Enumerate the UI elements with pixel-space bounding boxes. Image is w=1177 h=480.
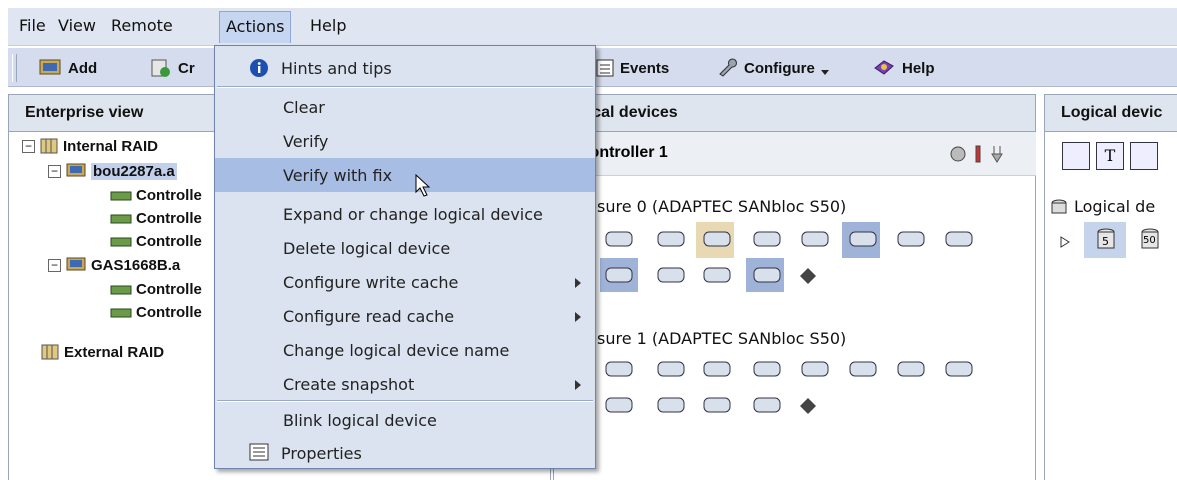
wrench-icon xyxy=(719,58,737,77)
menu-item-hints-and-tips[interactable]: Hints and tips xyxy=(215,51,595,85)
create-icon xyxy=(151,59,170,77)
create-button[interactable]: Cr xyxy=(150,58,195,78)
help-button[interactable]: Help xyxy=(872,58,935,78)
submenu-arrow-icon xyxy=(575,312,581,322)
logical-devices-panel xyxy=(1044,132,1177,480)
events-icon xyxy=(596,59,614,77)
tree-item-controller[interactable]: Controlle xyxy=(110,304,202,321)
tree-item-server-bou2287a[interactable]: − bou2287a.a xyxy=(48,162,177,180)
view-text-icon[interactable]: T xyxy=(1096,142,1124,170)
menu-item-create-snapshot[interactable]: Create snapshot xyxy=(215,367,595,401)
view-list-icon[interactable] xyxy=(1130,142,1158,170)
chip-icon xyxy=(800,398,816,414)
menu-item-blink-logical-device[interactable]: Blink logical device xyxy=(215,403,595,437)
submenu-arrow-icon xyxy=(575,278,581,288)
view-grid-icon[interactable] xyxy=(1062,142,1090,170)
mouse-cursor-icon xyxy=(415,174,431,197)
add-button[interactable]: Add xyxy=(38,58,97,78)
logical-devices-header: Logical devic xyxy=(1044,94,1177,132)
menu-item-configure-write-cache[interactable]: Configure write cache xyxy=(215,265,595,299)
disk-grid[interactable] xyxy=(596,222,1016,422)
submenu-arrow-icon xyxy=(575,380,581,390)
chip-icon xyxy=(800,268,816,284)
logical-disk-label: 5 xyxy=(1102,235,1109,248)
menu-item-configure-read-cache[interactable]: Configure read cache xyxy=(215,299,595,333)
raid-icon xyxy=(40,138,58,154)
tree-item-controller[interactable]: Controlle xyxy=(110,210,202,227)
controller-card-icon xyxy=(110,237,132,246)
disk-icon xyxy=(605,231,973,247)
menu-view[interactable]: View xyxy=(58,16,96,35)
logical-devices-label[interactable]: Logical de xyxy=(1050,197,1155,216)
logical-device-icon xyxy=(1051,199,1067,213)
chevron-down-icon xyxy=(820,70,829,75)
menu-separator xyxy=(217,400,593,402)
disk-icon xyxy=(605,361,973,377)
menu-item-properties[interactable]: Properties xyxy=(215,436,595,470)
tree-item-controller[interactable]: Controlle xyxy=(110,281,202,298)
configure-button[interactable]: Configure xyxy=(716,58,829,78)
tree-item-internal-raid[interactable]: − Internal RAID xyxy=(22,137,158,155)
collapse-icon[interactable]: − xyxy=(48,164,61,178)
menu-item-verify[interactable]: Verify xyxy=(215,124,595,158)
disk-icon xyxy=(605,397,781,413)
menu-item-verify-with-fix[interactable]: Verify with fix xyxy=(215,158,595,197)
server-add-icon xyxy=(39,59,61,75)
collapse-icon[interactable]: − xyxy=(22,139,35,153)
enclosure-0-label[interactable]: closure 0 (ADAPTEC SANbloc S50) xyxy=(574,197,846,216)
menu-item-clear[interactable]: Clear xyxy=(215,90,595,124)
menu-item-delete-logical-device[interactable]: Delete logical device xyxy=(215,231,595,265)
logical-disk-label: 50 xyxy=(1143,235,1156,246)
menu-file[interactable]: File xyxy=(19,16,46,35)
menu-help[interactable]: Help xyxy=(310,16,346,35)
controller-card-icon xyxy=(110,308,132,317)
tree-item-external-raid[interactable]: External RAID xyxy=(40,343,164,361)
properties-icon xyxy=(249,443,269,461)
tree-item-server-gas1668b[interactable]: − GAS1668B.a xyxy=(48,256,180,274)
raid-icon xyxy=(41,344,59,360)
events-button[interactable]: Events xyxy=(596,58,669,78)
tree-item-controller[interactable]: Controlle xyxy=(110,233,202,250)
tree-item-controller[interactable]: Controlle xyxy=(110,187,202,204)
menu-actions[interactable]: Actions xyxy=(219,11,292,43)
server-icon xyxy=(66,257,86,271)
toolbar-grip[interactable] xyxy=(12,54,17,82)
menu-separator xyxy=(217,86,593,88)
actions-menu: Hints and tips Clear Verify Verify with … xyxy=(214,45,596,469)
help-book-icon xyxy=(874,60,894,75)
menu-remote[interactable]: Remote xyxy=(111,16,173,35)
collapse-icon[interactable]: − xyxy=(48,258,61,272)
menu-bar: File View Remote Actions Help xyxy=(8,8,1177,46)
server-icon xyxy=(66,163,86,177)
status-icons xyxy=(950,145,1003,163)
controller-card-icon xyxy=(110,285,132,294)
menu-item-change-name[interactable]: Change logical device name xyxy=(215,333,595,367)
controller-card-icon xyxy=(110,214,132,223)
info-icon xyxy=(250,59,268,77)
menu-item-expand-or-change[interactable]: Expand or change logical device xyxy=(215,197,595,231)
logical-view-toggles: T xyxy=(1062,142,1158,170)
physical-devices-header: ysical devices xyxy=(553,94,1036,132)
expand-arrow-icon[interactable] xyxy=(1060,236,1070,248)
controller-bar[interactable]: Controller 1 xyxy=(556,132,1036,176)
controller-card-icon xyxy=(110,191,132,200)
